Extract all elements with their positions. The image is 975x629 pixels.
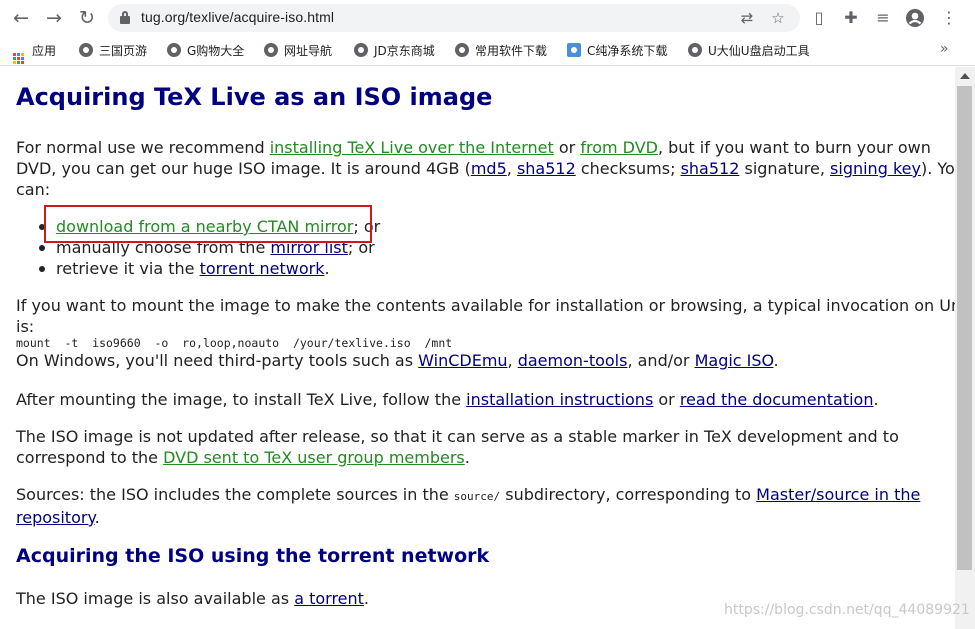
- page-title: Acquiring TeX Live as an ISO image: [16, 83, 493, 111]
- bookmark-item[interactable]: JD京东商城: [354, 42, 435, 60]
- translate-icon[interactable]: ⇄: [737, 8, 757, 28]
- media-queue-icon[interactable]: ≡: [872, 7, 894, 29]
- apps-grid-icon: [13, 53, 24, 64]
- bookmarks-bar: 应用 三国页游 G购物大全 网址导航 JD京东商城 常用软件下载 C纯净系统下载…: [0, 36, 975, 66]
- globe-icon: [688, 43, 702, 57]
- link-daemon-tools[interactable]: daemon-tools: [518, 351, 628, 370]
- csdn-watermark: https://blog.csdn.net/qq_44089921: [724, 602, 970, 618]
- bookmark-item[interactable]: 常用软件下载: [455, 42, 547, 60]
- link-repository[interactable]: repository: [16, 508, 95, 527]
- bookmarks-overflow-button[interactable]: »: [940, 41, 949, 57]
- not-updated-paragraph: The ISO image is not updated after relea…: [16, 427, 899, 467]
- link-md5[interactable]: md5: [471, 159, 507, 178]
- link-torrent-network[interactable]: torrent network: [200, 259, 325, 278]
- scrollbar-thumb[interactable]: [957, 86, 972, 570]
- vertical-scrollbar[interactable]: [955, 67, 975, 629]
- link-sha512[interactable]: sha512: [517, 159, 576, 178]
- cloud-icon: [567, 43, 581, 57]
- sources-paragraph: Sources: the ISO includes the complete s…: [16, 485, 921, 527]
- address-bar[interactable]: tug.org/texlive/acquire-iso.html ⇄ ☆: [108, 4, 800, 32]
- scroll-up-arrow-icon[interactable]: [960, 73, 970, 79]
- url-text[interactable]: tug.org/texlive/acquire-iso.html: [141, 9, 334, 25]
- bookmark-apps[interactable]: 应用: [13, 42, 56, 64]
- menu-dots-icon[interactable]: ⋮: [938, 7, 960, 29]
- mount-paragraph: If you want to mount the image to make t…: [16, 296, 955, 370]
- bookmark-item[interactable]: G购物大全: [167, 42, 244, 60]
- list-item: retrieve it via the torrent network.: [16, 258, 941, 279]
- back-arrow-icon[interactable]: ←: [9, 6, 33, 30]
- source-dir-code: source/: [453, 490, 501, 503]
- link-install-internet[interactable]: installing TeX Live over the Internet: [270, 138, 554, 157]
- globe-icon: [455, 43, 469, 57]
- page-viewport: Acquiring TeX Live as an ISO image For n…: [0, 67, 955, 629]
- mount-command: mount -t iso9660 -o ro,loop,noauto /your…: [16, 336, 453, 350]
- globe-icon: [79, 43, 93, 57]
- link-from-dvd[interactable]: from DVD: [580, 138, 658, 157]
- red-highlight-box: [44, 205, 372, 243]
- reload-icon[interactable]: ↻: [75, 6, 99, 30]
- link-master-source[interactable]: Master/source in the: [756, 485, 920, 504]
- link-sha512-signature[interactable]: sha512: [681, 159, 740, 178]
- link-read-documentation[interactable]: read the documentation: [680, 390, 874, 409]
- extensions-puzzle-icon[interactable]: ✚: [840, 7, 862, 29]
- link-dvd-sent[interactable]: DVD sent to TeX user group members: [163, 448, 465, 467]
- link-wincdemu[interactable]: WinCDEmu: [418, 351, 507, 370]
- intro-paragraph: For normal use we recommend installing T…: [16, 138, 955, 199]
- bookmark-star-icon[interactable]: ☆: [768, 8, 788, 28]
- globe-icon: [167, 43, 181, 57]
- torrent-heading: Acquiring the ISO using the torrent netw…: [16, 545, 490, 567]
- bookmark-item[interactable]: C纯净系统下载: [567, 42, 667, 60]
- link-signing-key[interactable]: signing key: [830, 159, 921, 178]
- forward-arrow-icon[interactable]: →: [42, 6, 66, 30]
- globe-icon: [264, 43, 278, 57]
- link-installation-instructions[interactable]: installation instructions: [466, 390, 653, 409]
- reader-mode-icon[interactable]: ▯: [808, 7, 830, 29]
- link-a-torrent[interactable]: a torrent: [294, 589, 364, 608]
- install-paragraph: After mounting the image, to install TeX…: [16, 390, 879, 409]
- globe-icon: [354, 43, 368, 57]
- browser-toolbar: ← → ↻ tug.org/texlive/acquire-iso.html ⇄…: [0, 0, 975, 36]
- bookmark-item[interactable]: 三国页游: [79, 42, 147, 60]
- bookmark-item[interactable]: 网址导航: [264, 42, 332, 60]
- lock-icon[interactable]: [120, 11, 130, 24]
- link-magic-iso[interactable]: Magic ISO: [695, 351, 774, 370]
- bookmark-item[interactable]: U大仙U盘启动工具: [688, 42, 810, 60]
- profile-icon[interactable]: [904, 7, 926, 29]
